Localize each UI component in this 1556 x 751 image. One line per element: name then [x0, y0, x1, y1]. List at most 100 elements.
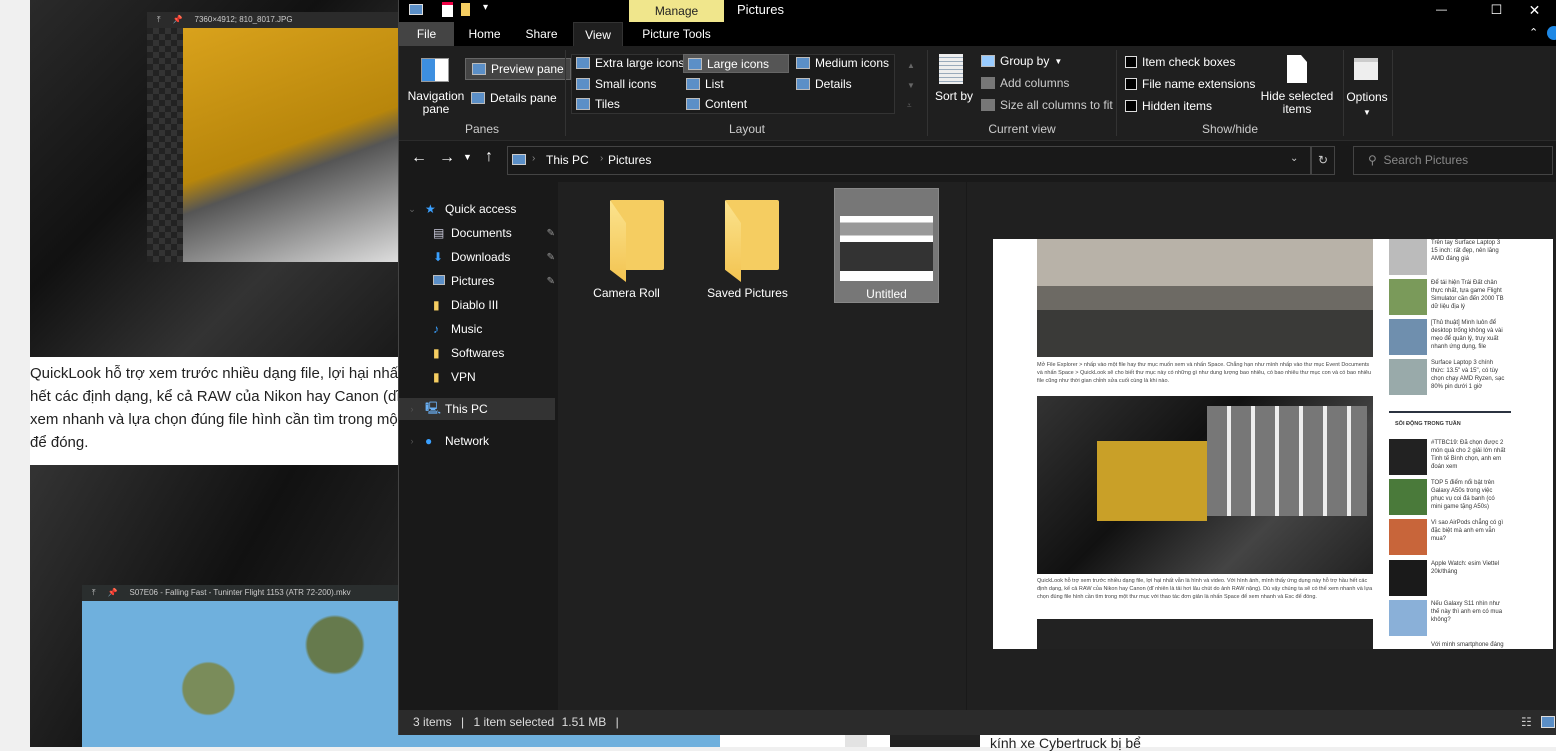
tab-view[interactable]: View: [573, 22, 623, 46]
article-text: QuickLook hỗ trợ xem trước nhiều dạng fi…: [30, 362, 398, 454]
background-headline[interactable]: kính xe Cybertruck bị bể: [990, 736, 1141, 750]
tab-share[interactable]: Share: [514, 22, 569, 46]
label: Untitled: [866, 287, 907, 301]
up-button[interactable]: ↑: [485, 148, 493, 166]
pin-icon[interactable]: ✎: [547, 228, 555, 239]
nav-network[interactable]: › ● Network: [399, 430, 555, 452]
label: Diablo III: [451, 298, 499, 312]
address-bar[interactable]: › This PC › Pictures ⌄: [507, 146, 1311, 175]
tab-file[interactable]: File: [399, 22, 454, 46]
hide-selected-items-button[interactable]: Hide selected items: [1259, 90, 1335, 116]
pin-top-icon[interactable]: ⤒: [92, 585, 96, 601]
music-icon: ♪: [433, 322, 439, 336]
breadcrumb-this-pc[interactable]: This PC: [546, 153, 589, 167]
small-icons-icon: [576, 78, 590, 90]
add-columns-button[interactable]: Add columns: [981, 76, 1069, 90]
tab-picture-tools[interactable]: Picture Tools: [629, 22, 724, 46]
layout-extra-large-icons[interactable]: Extra large icons: [576, 56, 684, 70]
headline: Trên tay Surface Laptop 3 15 inch: rất đ…: [1431, 240, 1501, 262]
pin-icon[interactable]: 📌: [108, 585, 118, 601]
pin-icon[interactable]: 📌: [173, 12, 183, 28]
headline: Để tái hiện Trái Đất chân thực nhất, tựa…: [1431, 280, 1504, 310]
nav-item-pictures[interactable]: Pictures ✎: [399, 270, 555, 292]
navigation-pane-button[interactable]: Navigation pane: [405, 90, 467, 116]
label: Pictures: [451, 274, 495, 288]
customize-toolbar-icon[interactable]: ▾: [483, 2, 488, 13]
breadcrumb-pictures[interactable]: Pictures: [608, 153, 651, 167]
details-view-button[interactable]: ☷: [1521, 710, 1532, 735]
navigation-pane-icon: [421, 58, 449, 82]
layout-large-icons[interactable]: Large icons: [683, 54, 789, 73]
label: Group by: [1000, 54, 1050, 68]
group-by-icon: [981, 55, 995, 67]
pictures-location-icon: [512, 154, 526, 165]
sort-by-button[interactable]: Sort by: [935, 90, 973, 103]
hidden-items-checkbox[interactable]: Hidden items: [1125, 99, 1212, 113]
layout-medium-icons[interactable]: Medium icons: [796, 56, 889, 70]
close-button[interactable]: ✕: [1512, 0, 1556, 22]
section-title: SÔI ĐỘNG TRONG TUẦN: [1395, 421, 1461, 427]
help-icon[interactable]: [1547, 26, 1556, 40]
headline-thumb: [890, 735, 980, 747]
address-history-dropdown[interactable]: ⌄: [1290, 153, 1298, 164]
file-item-saved-pictures[interactable]: Saved Pictures: [695, 190, 800, 305]
headline: Nếu Galaxy S11 nhìn như thế này thì anh …: [1431, 601, 1503, 623]
nav-item-softwares[interactable]: ▮ Softwares: [399, 342, 555, 364]
label: Preview pane: [491, 62, 564, 76]
layout-content[interactable]: Content: [686, 97, 747, 111]
nav-item-vpn[interactable]: ▮ VPN: [399, 366, 555, 388]
size-columns-button[interactable]: Size all columns to fit: [981, 98, 1113, 112]
file-item-camera-roll[interactable]: Camera Roll: [574, 190, 679, 305]
pin-top-icon[interactable]: ⤒: [157, 12, 161, 28]
label: Medium icons: [815, 56, 890, 70]
hide-selected-icon: [1287, 55, 1307, 83]
layout-small-icons[interactable]: Small icons: [576, 77, 656, 91]
search-input[interactable]: ⚲ Search Pictures: [1353, 146, 1553, 175]
file-item-untitled[interactable]: Untitled: [834, 188, 939, 303]
preview-pane-button[interactable]: Preview pane: [465, 58, 571, 80]
layout-details[interactable]: Details: [796, 77, 852, 91]
back-button[interactable]: ←: [411, 149, 427, 167]
nav-quick-access[interactable]: ⌄ ★ Quick access: [399, 198, 555, 220]
title-bar: ▾ Manage Pictures — ☐ ✕: [399, 0, 1556, 22]
details-pane-icon: [471, 92, 485, 104]
details-pane-button[interactable]: Details pane: [471, 91, 557, 105]
new-folder-icon[interactable]: [461, 3, 470, 16]
layout-list[interactable]: List: [686, 77, 724, 91]
label: List: [705, 77, 724, 91]
minimize-button[interactable]: —: [1419, 0, 1464, 22]
label: Hidden items: [1142, 99, 1213, 113]
properties-icon[interactable]: [442, 2, 453, 17]
label: Details: [815, 77, 852, 91]
divider: [1343, 50, 1344, 136]
nav-item-downloads[interactable]: ⬇ Downloads ✎: [399, 246, 555, 268]
item-check-boxes-checkbox[interactable]: Item check boxes: [1125, 55, 1235, 69]
nav-item-music[interactable]: ♪ Music: [399, 318, 555, 340]
headline: Vì sao AirPods chẳng có gì đặc biệt mà a…: [1431, 520, 1504, 542]
options-button[interactable]: Options ▼: [1345, 90, 1389, 120]
group-by-button[interactable]: Group by ▼: [981, 54, 1062, 68]
file-name-extensions-checkbox[interactable]: File name extensions: [1125, 77, 1255, 91]
group-label-current-view: Current view: [988, 122, 1056, 136]
chevron-right-icon: ›: [532, 153, 536, 164]
folder-icon: [610, 200, 664, 282]
gallery-scroll-icons[interactable]: ▲ ▼ ⩡: [907, 56, 915, 116]
recent-locations-button[interactable]: ▼: [463, 152, 472, 162]
pin-icon[interactable]: ✎: [547, 276, 555, 287]
label: Quick access: [445, 202, 517, 216]
folder-icon: ▮: [433, 370, 440, 384]
nav-this-pc[interactable]: › 🖳 This PC: [399, 398, 555, 420]
label: Size all columns to fit: [1000, 98, 1113, 112]
large-icons-view-button[interactable]: [1541, 716, 1555, 728]
star-icon: ★: [425, 202, 436, 216]
nav-item-documents[interactable]: ▤ Documents ✎: [399, 222, 555, 244]
pin-icon[interactable]: ✎: [547, 252, 555, 263]
headline: [Thủ thuật] Mình luôn để desktop trống k…: [1431, 320, 1503, 350]
forward-button[interactable]: →: [439, 149, 455, 167]
refresh-button[interactable]: ↻: [1311, 146, 1335, 175]
nav-item-diablo-iii[interactable]: ▮ Diablo III: [399, 294, 555, 316]
collapse-ribbon-icon[interactable]: ⌃: [1529, 26, 1538, 39]
stream-deck-photo: [1097, 441, 1207, 521]
tab-home[interactable]: Home: [457, 22, 512, 46]
layout-tiles[interactable]: Tiles: [576, 97, 620, 111]
